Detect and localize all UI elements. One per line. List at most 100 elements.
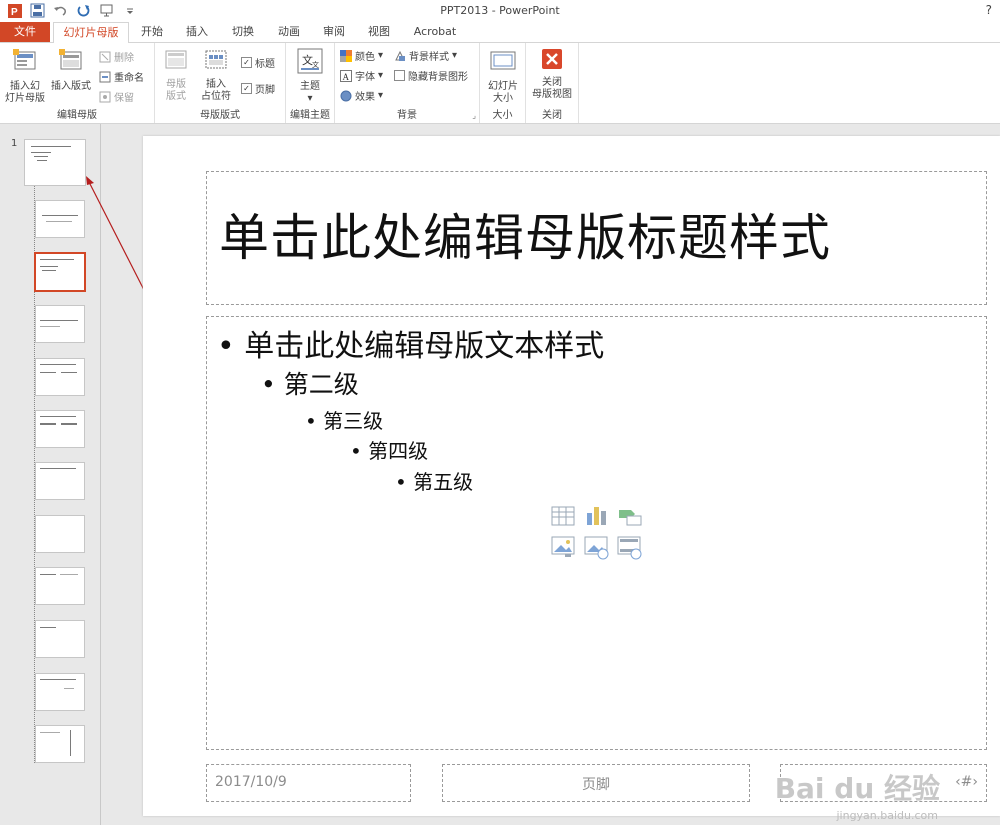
- background-styles-icon: [395, 50, 405, 61]
- colors-dropdown[interactable]: 颜色 ▾: [340, 48, 383, 63]
- fonts-dropdown[interactable]: A 字体 ▾: [340, 68, 383, 83]
- text-level-2-label: 第二级: [283, 370, 359, 399]
- preserve-label: 保留: [114, 93, 134, 104]
- insert-chart-icon[interactable]: [584, 504, 610, 528]
- close-label-1: 关闭: [542, 77, 562, 88]
- slide-canvas[interactable]: 单击此处编辑母版标题样式 • 单击此处编辑母版文本样式 • 第二级 • 第三级 …: [143, 136, 1000, 816]
- master-layout-button[interactable]: 母版 版式: [159, 47, 193, 103]
- baidu-watermark: Bai du 经验: [774, 772, 940, 805]
- insert-placeholder-label-1: 插入: [206, 79, 226, 90]
- thumbnail-layout-comparison[interactable]: [35, 410, 85, 448]
- thumbnail-layout-title-only[interactable]: [35, 462, 85, 500]
- tab-animations[interactable]: 动画: [268, 22, 310, 42]
- tab-slide-master[interactable]: 幻灯片母版: [53, 22, 129, 44]
- insert-slide-master-label-2: 灯片母版: [5, 93, 45, 104]
- thumbnail-layout-vertical-title[interactable]: [35, 725, 85, 763]
- thumbnail-layout-title-content[interactable]: [34, 252, 86, 292]
- master-layout-label-2: 版式: [166, 91, 186, 102]
- thumbnail-layout-content-caption[interactable]: [35, 567, 85, 605]
- insert-slide-master-button[interactable]: 插入幻 灯片母版: [2, 47, 48, 105]
- text-level-2: • 第二级: [261, 370, 359, 399]
- themes-button[interactable]: 文文 主题 ▾: [290, 47, 330, 105]
- group-edit-theme-label: 编辑主题: [290, 110, 330, 121]
- fonts-label: 字体: [355, 72, 375, 83]
- thumbnail-layout-blank[interactable]: [35, 515, 85, 553]
- group-master-layout-label: 母版版式: [200, 110, 240, 121]
- insert-slide-master-icon: [2, 47, 48, 79]
- delete-button[interactable]: 删除: [99, 49, 134, 64]
- insert-layout-icon: [48, 47, 94, 79]
- thumbnail-layout-title[interactable]: [35, 200, 85, 238]
- title-check-icon: ✓: [241, 57, 252, 68]
- slide-master-number: 1: [11, 138, 18, 149]
- group-background-label: 背景: [397, 110, 417, 121]
- background-styles-chevron-icon: ▾: [452, 50, 458, 61]
- thumbnail-layout-two-content[interactable]: [35, 358, 85, 396]
- tab-home[interactable]: 开始: [131, 22, 173, 42]
- effects-icon: [340, 90, 352, 101]
- delete-label: 删除: [114, 53, 134, 64]
- tab-acrobat[interactable]: Acrobat: [405, 22, 465, 42]
- effects-label: 效果: [355, 92, 375, 103]
- tab-file[interactable]: 文件: [0, 22, 50, 42]
- slide-size-label-2: 大小: [493, 93, 513, 104]
- baidu-watermark-url: jingyan.baidu.com: [836, 809, 938, 822]
- tab-review[interactable]: 审阅: [313, 22, 355, 42]
- effects-dropdown[interactable]: 效果 ▾: [340, 88, 383, 103]
- master-layout-icon: [159, 47, 193, 77]
- insert-slide-master-label-1: 插入幻: [10, 81, 40, 92]
- insert-smartart-icon[interactable]: [617, 504, 643, 528]
- text-level-5-label: 第五级: [413, 470, 474, 494]
- content-placeholder[interactable]: • 单击此处编辑母版文本样式 • 第二级 • 第三级 • 第四级 • 第五级: [206, 316, 987, 750]
- insert-placeholder-button[interactable]: 插入 占位符: [195, 47, 237, 103]
- footer-checkbox[interactable]: ✓ 页脚: [241, 81, 275, 96]
- tab-view[interactable]: 视图: [358, 22, 400, 42]
- thumbnail-slide-master[interactable]: [24, 139, 86, 186]
- slide-number: ‹#›: [955, 774, 978, 790]
- insert-picture-icon[interactable]: [551, 534, 577, 560]
- thumbnail-layout-picture-caption[interactable]: [35, 620, 85, 658]
- slide-size-button[interactable]: 幻灯片 大小: [483, 47, 523, 105]
- tab-transitions[interactable]: 切换: [222, 22, 264, 42]
- footer-check-icon: ✓: [241, 83, 252, 94]
- preserve-button[interactable]: 保留: [99, 89, 134, 104]
- slide-size-label-1: 幻灯片: [488, 81, 518, 92]
- thumbnail-layout-vertical-text[interactable]: [35, 673, 85, 711]
- insert-placeholder-label-2: 占位符: [201, 91, 231, 102]
- dialog-launcher-icon[interactable]: ⌟: [472, 111, 476, 120]
- background-styles-dropdown[interactable]: 背景样式 ▾: [394, 48, 457, 63]
- insert-layout-button[interactable]: 插入版式: [48, 47, 94, 93]
- help-button[interactable]: ?: [986, 3, 992, 17]
- insert-layout-label: 插入版式: [51, 81, 91, 92]
- group-master-layout: 母版 版式 插入 占位符 ✓ 标题 ✓ 页脚 母版版式: [155, 43, 286, 123]
- insert-table-icon[interactable]: [551, 504, 577, 528]
- text-level-5: • 第五级: [395, 470, 474, 494]
- date-placeholder[interactable]: 2017/10/9: [206, 764, 411, 802]
- hide-background-check-icon: [394, 70, 405, 81]
- insert-online-picture-icon[interactable]: [584, 534, 610, 560]
- rename-button[interactable]: 重命名: [99, 69, 144, 84]
- close-master-view-button[interactable]: 关闭 母版视图: [528, 47, 576, 101]
- footer-text: 页脚: [582, 777, 610, 793]
- svg-text:A: A: [343, 72, 350, 82]
- ribbon: 插入幻 灯片母版 插入版式 删除 重命名 保留 编辑母版 母版 版式 插入 占位…: [0, 43, 1000, 124]
- title-placeholder[interactable]: 单击此处编辑母版标题样式: [206, 171, 987, 305]
- background-styles-label: 背景样式: [409, 52, 449, 63]
- hide-background-checkbox[interactable]: 隐藏背景图形: [394, 68, 468, 83]
- text-level-4-label: 第四级: [368, 439, 429, 463]
- content-insert-icons: [551, 504, 643, 564]
- footer-placeholder[interactable]: 页脚: [442, 764, 750, 802]
- group-edit-master-label: 编辑母版: [57, 110, 97, 121]
- colors-icon: [340, 49, 352, 62]
- title-check-label: 标题: [255, 59, 275, 70]
- thumbnail-layout-section[interactable]: [35, 305, 85, 343]
- rename-icon: [99, 71, 111, 82]
- group-close: 关闭 母版视图 关闭: [526, 43, 579, 123]
- tab-insert[interactable]: 插入: [176, 22, 218, 42]
- insert-video-icon[interactable]: [617, 534, 643, 560]
- title-checkbox[interactable]: ✓ 标题: [241, 55, 275, 70]
- colors-label: 颜色: [355, 52, 375, 63]
- svg-text:文: 文: [312, 60, 319, 69]
- delete-icon: [99, 51, 111, 62]
- text-level-3: • 第三级: [305, 409, 384, 433]
